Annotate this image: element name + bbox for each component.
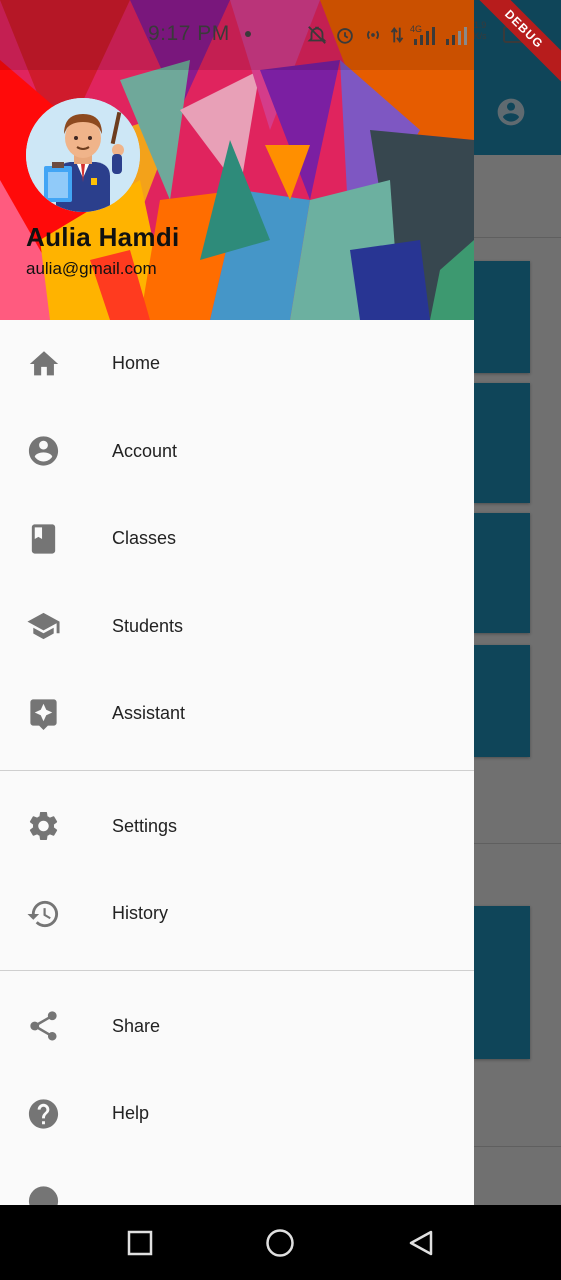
status-time: 9:17 PM <box>148 22 230 45</box>
hotspot-icon <box>367 30 379 40</box>
menu-item-share[interactable]: Share <box>0 983 474 1071</box>
circle-icon <box>266 1229 294 1257</box>
navigation-drawer: Aulia Hamdi aulia@gmail.com Home Account <box>0 0 474 1205</box>
home-icon <box>26 346 61 381</box>
menu-divider <box>0 769 474 771</box>
notification-dot-icon <box>245 31 251 37</box>
menu-divider <box>0 969 474 971</box>
svg-text:4G: 4G <box>410 24 422 34</box>
menu-item-label: Settings <box>112 815 178 836</box>
share-icon <box>26 1009 61 1044</box>
menu-item-classes[interactable]: Classes <box>0 495 474 583</box>
avatar[interactable] <box>26 98 140 212</box>
menu-item-label: Students <box>112 615 184 636</box>
menu-item-label: Assistant <box>112 703 186 724</box>
school-icon <box>26 609 61 644</box>
menu-item-help[interactable]: Help <box>0 1070 474 1158</box>
user-email: aulia@gmail.com <box>26 259 157 278</box>
menu-item-label: Share <box>112 1015 161 1036</box>
menu-item-home[interactable]: Home <box>0 320 474 408</box>
account-circle-icon <box>26 434 61 469</box>
alarm-icon <box>337 28 353 44</box>
menu-item-assistant[interactable]: Assistant <box>0 670 474 758</box>
menu-item-label: History <box>112 903 169 924</box>
network-speed-value: 1.9 <box>473 20 487 30</box>
menu-item-label: Classes <box>112 528 177 549</box>
menu-item-label: Home <box>112 353 161 374</box>
menu-item-students[interactable]: Students <box>0 583 474 671</box>
history-icon <box>26 896 61 931</box>
drawer-menu: Home Account Classes Students Assistant … <box>0 320 474 1205</box>
recent-apps-button[interactable] <box>124 1227 156 1259</box>
data-arrows-icon <box>390 27 404 43</box>
screen: Aulia Hamdi aulia@gmail.com Home Account <box>0 0 561 1280</box>
menu-item-settings[interactable]: Settings <box>0 783 474 871</box>
status-icons: 4G <box>306 20 470 50</box>
notifications-off-icon <box>307 26 327 44</box>
network-speed-unit: K/s <box>473 31 487 41</box>
user-name: Aulia Hamdi <box>26 222 180 252</box>
teacher-avatar-icon <box>26 98 140 212</box>
signal-4g-icon: 4G <box>410 24 435 45</box>
menu-item-history[interactable]: History <box>0 870 474 958</box>
info-icon <box>26 1184 61 1205</box>
signal-bars-icon <box>446 27 467 45</box>
back-button[interactable] <box>405 1227 437 1259</box>
menu-item-label: Account <box>112 440 178 461</box>
triangle-back-icon <box>409 1230 433 1256</box>
home-button[interactable] <box>264 1227 296 1259</box>
menu-item-account[interactable]: Account <box>0 408 474 496</box>
gear-icon <box>26 809 61 844</box>
menu-item-partial[interactable] <box>0 1158 474 1205</box>
assistant-icon <box>26 696 61 731</box>
system-navigation-bar <box>0 1205 561 1280</box>
square-icon <box>127 1230 153 1256</box>
help-icon <box>26 1096 61 1131</box>
menu-item-label: Help <box>112 1103 150 1124</box>
book-icon <box>26 521 61 556</box>
network-speed: 1.9 K/s <box>471 20 489 42</box>
status-bar: 9:17 PM 4G 1.9 K/s <box>0 0 561 70</box>
